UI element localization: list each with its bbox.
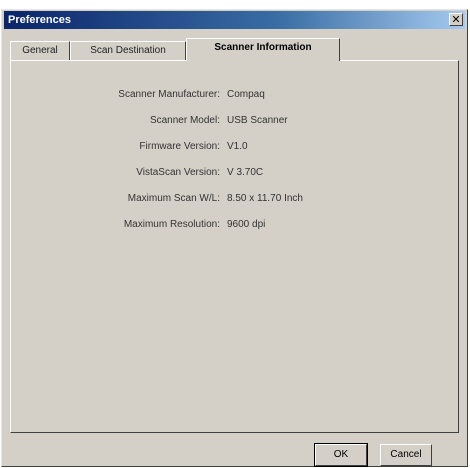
vistascan-version-value: V 3.70C bbox=[227, 167, 264, 178]
tab-scan-destination-label: Scan Destination bbox=[90, 45, 166, 56]
tab-scanner-information-label: Scanner Information bbox=[214, 42, 312, 53]
tab-general[interactable]: General bbox=[10, 41, 70, 60]
tab-scanner-information[interactable]: Scanner Information bbox=[186, 38, 340, 61]
maximum-resolution-value: 9600 dpi bbox=[227, 219, 266, 230]
close-icon: ✕ bbox=[451, 14, 461, 26]
info-row: Maximum Resolution: 9600 dpi bbox=[11, 219, 458, 233]
ok-button[interactable]: OK bbox=[314, 443, 368, 467]
info-row: Firmware Version: V1.0 bbox=[11, 141, 458, 155]
maximum-scan-value: 8.50 x 11.70 Inch bbox=[227, 193, 303, 204]
scanner-information-panel: Scanner Manufacturer: Compaq Scanner Mod… bbox=[10, 60, 459, 433]
info-row: VistaScan Version: V 3.70C bbox=[11, 167, 458, 181]
firmware-version-label: Firmware Version: bbox=[139, 141, 220, 152]
maximum-resolution-label: Maximum Resolution: bbox=[123, 219, 220, 230]
close-button[interactable]: ✕ bbox=[449, 13, 463, 26]
vistascan-version-label: VistaScan Version: bbox=[136, 167, 220, 178]
preferences-dialog: Preferences ✕ General Scan Destination S… bbox=[1, 9, 468, 467]
maximum-scan-label: Maximum Scan W/L: bbox=[127, 193, 220, 204]
info-row: Scanner Manufacturer: Compaq bbox=[11, 89, 458, 103]
cancel-button[interactable]: Cancel bbox=[380, 444, 432, 466]
title-bar[interactable]: Preferences ✕ bbox=[4, 11, 465, 29]
ok-button-label: OK bbox=[333, 449, 349, 460]
tab-general-label: General bbox=[22, 45, 58, 56]
scanner-manufacturer-value: Compaq bbox=[227, 89, 265, 100]
info-row: Maximum Scan W/L: 8.50 x 11.70 Inch bbox=[11, 193, 458, 207]
scanner-manufacturer-label: Scanner Manufacturer: bbox=[118, 89, 220, 100]
scanner-model-label: Scanner Model: bbox=[149, 115, 220, 126]
info-row: Scanner Model: USB Scanner bbox=[11, 115, 458, 129]
firmware-version-value: V1.0 bbox=[227, 141, 248, 152]
cancel-button-label: Cancel bbox=[390, 449, 422, 460]
scanner-model-value: USB Scanner bbox=[227, 115, 288, 126]
tab-scan-destination[interactable]: Scan Destination bbox=[70, 41, 186, 60]
window-title: Preferences bbox=[8, 14, 71, 26]
